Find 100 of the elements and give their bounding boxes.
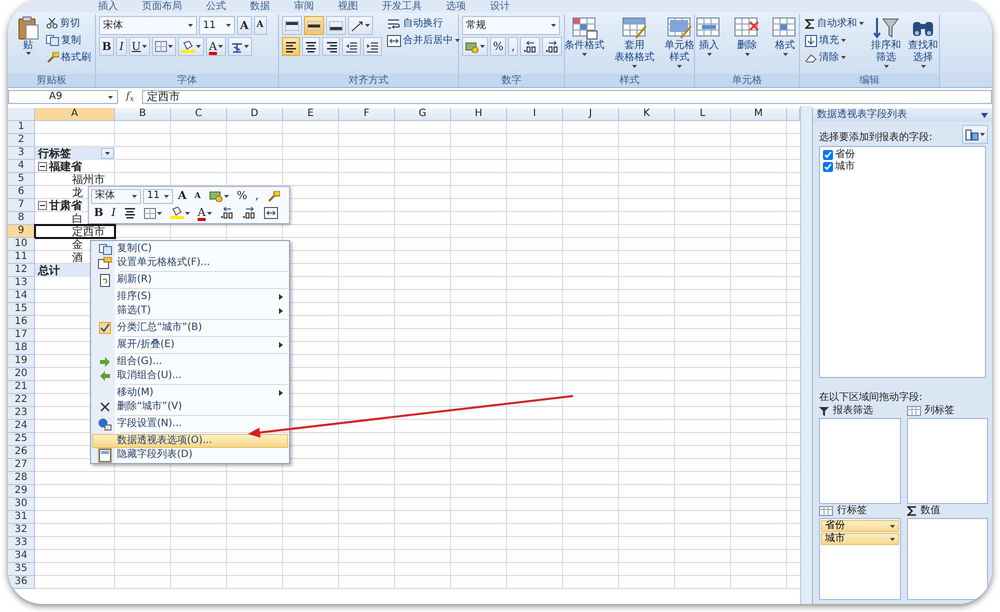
- copy-button[interactable]: 复制: [44, 33, 93, 48]
- style-button[interactable]: 条件格式: [562, 16, 606, 56]
- row-number[interactable]: 30: [8, 498, 35, 511]
- row-number[interactable]: 34: [8, 550, 35, 563]
- row-number[interactable]: 10: [8, 238, 35, 251]
- checkbox[interactable]: [823, 150, 833, 160]
- row-number[interactable]: 32: [8, 524, 35, 537]
- field-chip[interactable]: 省份: [821, 520, 898, 532]
- phonetic-button[interactable]: [228, 37, 252, 56]
- font-name-field[interactable]: 宋体: [91, 188, 141, 204]
- font-name-field[interactable]: 宋体: [99, 16, 197, 35]
- menu-item[interactable]: 隐藏字段列表(D): [92, 448, 288, 462]
- style-button[interactable]: 单元格 样式: [662, 16, 696, 68]
- align-button[interactable]: [322, 37, 340, 56]
- formula-field[interactable]: 定西市: [142, 90, 992, 104]
- menu-item[interactable]: 字段设置(N)...: [92, 417, 288, 431]
- ribbon-tab[interactable]: 审阅: [282, 0, 326, 13]
- function-button[interactable]: f$_{x}$: [122, 91, 138, 103]
- row-number[interactable]: 8: [8, 212, 35, 225]
- layout-button[interactable]: [962, 125, 988, 144]
- menu-item[interactable]: 组合(G)...: [92, 355, 288, 369]
- ribbon-tab[interactable]: 页面布局: [130, 0, 194, 13]
- column-header[interactable]: G: [395, 108, 451, 121]
- row-number[interactable]: 24: [8, 420, 35, 433]
- row-number[interactable]: 15: [8, 303, 35, 316]
- row-number[interactable]: 9: [8, 225, 35, 238]
- row-number[interactable]: 25: [8, 433, 35, 446]
- style-button[interactable]: 套用 表格格式: [612, 16, 656, 68]
- edit-button[interactable]: 填充: [803, 33, 866, 48]
- italic-button[interactable]: I: [116, 37, 127, 56]
- column-header[interactable]: K: [619, 108, 675, 121]
- vertical-scrollbar[interactable]: [800, 106, 812, 604]
- edit-button[interactable]: 清除: [803, 50, 866, 65]
- filter-dropdown-button[interactable]: [101, 148, 114, 159]
- menu-item[interactable]: 分类汇总“城市”(B): [92, 321, 288, 335]
- menu-item[interactable]: 数据透视表选项(O)...: [92, 434, 288, 448]
- font-color-button[interactable]: A: [194, 205, 215, 221]
- shrink-font-button[interactable]: A: [192, 188, 204, 204]
- row-number[interactable]: 13: [8, 277, 35, 290]
- field-chip[interactable]: 城市: [821, 533, 898, 545]
- merge-center-button[interactable]: 合并后居中: [385, 33, 462, 48]
- ribbon-tab[interactable]: 视图: [326, 0, 370, 13]
- column-header[interactable]: H: [451, 108, 507, 121]
- font-color-button[interactable]: A: [206, 37, 226, 56]
- align-button[interactable]: [302, 37, 320, 56]
- row-number[interactable]: 21: [8, 381, 35, 394]
- borders-button[interactable]: [152, 37, 176, 56]
- format-painter-button[interactable]: 格式刷: [44, 50, 93, 65]
- column-header[interactable]: F: [339, 108, 395, 121]
- edit-button[interactable]: 查找和 选择: [906, 16, 940, 68]
- bold-button[interactable]: B: [99, 37, 114, 56]
- menu-item[interactable]: 展开/折叠(E): [92, 338, 288, 352]
- row-number[interactable]: 29: [8, 485, 35, 498]
- column-header[interactable]: E: [283, 108, 339, 121]
- row-number[interactable]: 11: [8, 251, 35, 264]
- indent-button[interactable]: [363, 37, 382, 56]
- comma-button[interactable]: ,: [508, 37, 518, 56]
- row-number[interactable]: 16: [8, 316, 35, 329]
- row-number[interactable]: 33: [8, 537, 35, 550]
- number-format-field[interactable]: 常规: [462, 16, 560, 35]
- column-header[interactable]: J: [563, 108, 619, 121]
- ribbon-tab[interactable]: 插入: [86, 0, 130, 13]
- cells-button[interactable]: 删除: [732, 16, 762, 56]
- menu-item[interactable]: 筛选(T): [92, 304, 288, 318]
- grow-font-button[interactable]: A: [175, 188, 190, 204]
- row-number[interactable]: 19: [8, 355, 35, 368]
- row-number[interactable]: 23: [8, 407, 35, 420]
- font-size-field[interactable]: 11: [143, 188, 173, 204]
- menu-item[interactable]: 移动(M): [92, 386, 288, 400]
- column-header[interactable]: I: [507, 108, 563, 121]
- row-number[interactable]: 18: [8, 342, 35, 355]
- edit-button[interactable]: 自动求和: [803, 16, 866, 31]
- selected-cell[interactable]: 定西市: [35, 225, 115, 238]
- orientation-button[interactable]: [348, 16, 373, 35]
- paste-button[interactable]: 贴: [15, 16, 41, 55]
- menu-item[interactable]: 删除“城市”(V): [92, 400, 288, 414]
- cut-button[interactable]: 剪切: [44, 16, 93, 31]
- fill-color-button[interactable]: [178, 37, 204, 56]
- percent-button[interactable]: %: [490, 37, 506, 56]
- row-number[interactable]: 2: [8, 134, 35, 147]
- row-number[interactable]: 28: [8, 472, 35, 485]
- column-header[interactable]: C: [171, 108, 227, 121]
- bold-button[interactable]: B: [91, 205, 106, 221]
- italic-button[interactable]: I: [108, 205, 119, 221]
- cells-button[interactable]: 格式: [770, 16, 800, 56]
- row-number[interactable]: 4: [8, 160, 35, 173]
- ribbon-tab[interactable]: 公式: [194, 0, 238, 13]
- row-number[interactable]: 3: [8, 147, 35, 160]
- align-button[interactable]: [282, 37, 300, 56]
- checkbox[interactable]: [823, 162, 833, 172]
- row-number[interactable]: 35: [8, 563, 35, 576]
- row-number[interactable]: 36: [8, 576, 35, 589]
- menu-item[interactable]: 复制(C): [92, 242, 288, 256]
- row-number[interactable]: 1: [8, 121, 35, 134]
- ribbon-tab[interactable]: 选项: [434, 0, 478, 13]
- row-number[interactable]: 26: [8, 446, 35, 459]
- menu-item[interactable]: 排序(S): [92, 290, 288, 304]
- column-header[interactable]: B: [115, 108, 171, 121]
- indent-button[interactable]: [342, 37, 361, 56]
- ribbon-tab[interactable]: 开发工具: [370, 0, 434, 13]
